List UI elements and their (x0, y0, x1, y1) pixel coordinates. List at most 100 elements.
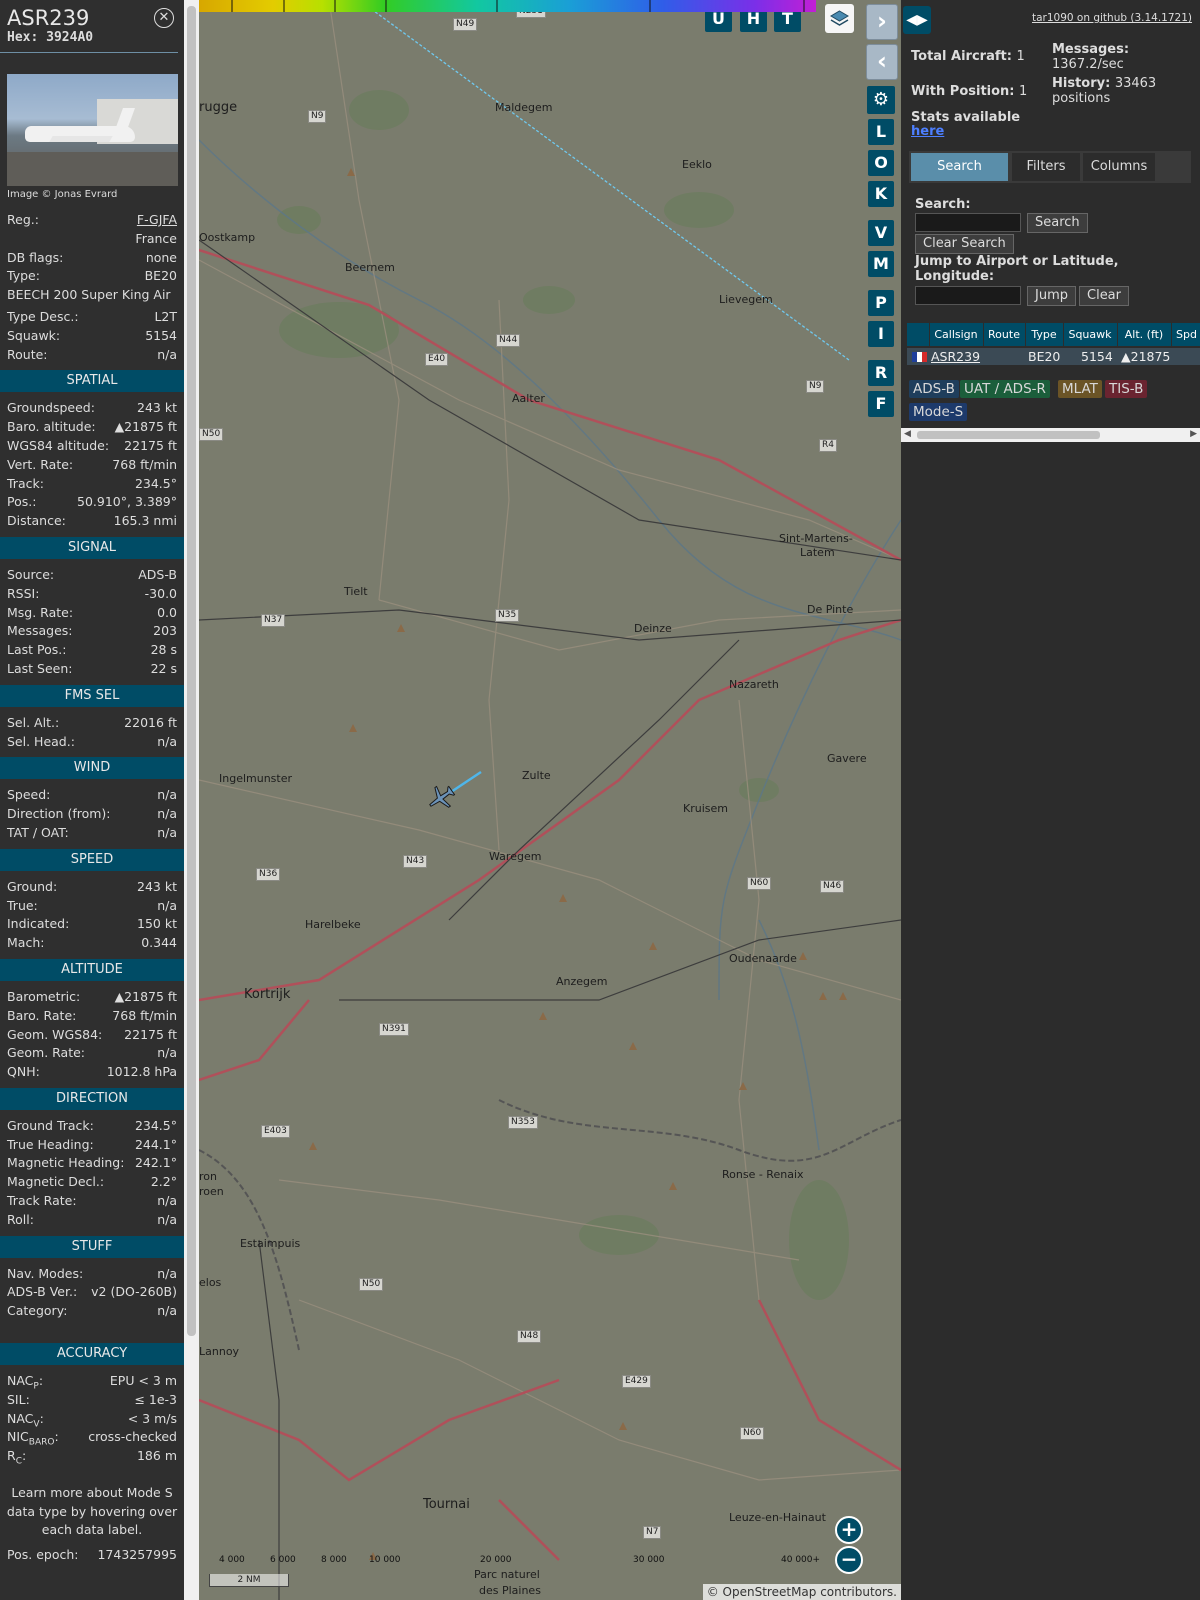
info-row[interactable]: Ground Track: 234.5° (0, 1117, 184, 1136)
map-label-roubaix: roen (199, 1185, 224, 1198)
scroll-left-icon[interactable]: ◀ (904, 429, 911, 439)
info-row[interactable]: Geom. WGS84: 22175 ft (0, 1026, 184, 1045)
toggle-button-m[interactable]: M (868, 251, 894, 277)
zoom-in-button[interactable]: + (835, 1516, 863, 1544)
info-row[interactable]: Groundspeed: 243 kt (0, 399, 184, 418)
road-label: N35 (495, 609, 520, 622)
jump-button[interactable]: Jump (1027, 286, 1076, 306)
scroll-right-icon[interactable]: ▶ (1190, 429, 1197, 439)
github-link[interactable]: tar1090 on github (3.14.1721) (1032, 12, 1192, 24)
layers-button[interactable] (825, 4, 854, 33)
prev-button[interactable]: ‹ (866, 44, 898, 80)
table-scroll-thumb[interactable] (917, 431, 1100, 439)
info-row-value: n/a (157, 1303, 177, 1319)
info-row[interactable]: RSSI: -30.0 (0, 585, 184, 604)
info-row[interactable]: WGS84 altitude: 22175 ft (0, 437, 184, 456)
info-row[interactable]: Baro. altitude: ▲21875 ft (0, 418, 184, 437)
settings-button[interactable]: ⚙ (867, 86, 895, 114)
info-row[interactable]: Geom. Rate: n/a (0, 1044, 184, 1063)
next-button[interactable]: › (866, 4, 898, 40)
map-label-anzegem: Anzegem (556, 975, 608, 988)
registration-link[interactable]: F-GJFA (137, 211, 177, 230)
map-view[interactable]: rugge Maldegem Eeklo Oostkamp Beernem Lievege… (199, 0, 901, 1600)
th-flag[interactable] (907, 323, 928, 346)
th-speed[interactable]: Spd (1171, 323, 1200, 346)
info-row[interactable]: Barometric: ▲21875 ft (0, 988, 184, 1007)
toggle-button-r[interactable]: R (868, 360, 894, 386)
info-row[interactable]: Category: n/a (0, 1302, 184, 1321)
nacv-row[interactable]: NACV: < 3 m/s (0, 1410, 184, 1430)
jump-clear-button[interactable]: Clear (1079, 286, 1129, 306)
info-row[interactable]: QNH: 1012.8 hPa (0, 1063, 184, 1082)
toggle-button-p[interactable]: P (868, 290, 894, 316)
toggle-button-i[interactable]: I (868, 321, 894, 347)
th-callsign[interactable]: Callsign (929, 323, 982, 346)
info-row[interactable]: Last Seen: 22 s (0, 660, 184, 679)
toggle-button-l[interactable]: L (868, 119, 894, 145)
tab-search[interactable]: Search (911, 153, 1008, 181)
close-icon[interactable]: ✕ (154, 8, 174, 28)
expand-sidebar-button[interactable]: ◀▶ (903, 6, 931, 34)
search-input[interactable] (915, 213, 1021, 232)
history-unit: positions (1052, 91, 1111, 106)
info-row[interactable]: Last Pos.: 28 s (0, 641, 184, 660)
info-row[interactable]: Vert. Rate: 768 ft/min (0, 456, 184, 475)
aircraft-photo[interactable] (7, 74, 178, 186)
info-row[interactable]: Track: 234.5° (0, 475, 184, 494)
search-button[interactable]: Search (1027, 213, 1088, 233)
legend-modes: Mode-S (909, 403, 968, 421)
info-row[interactable]: Mach: 0.344 (0, 934, 184, 953)
info-row[interactable]: Pos.: 50.910°, 3.389° (0, 493, 184, 512)
table-horizontal-scrollbar[interactable]: ◀ ▶ (901, 428, 1200, 442)
sil-row[interactable]: SIL: ≤ 1e-3 (0, 1391, 184, 1410)
info-row[interactable]: Ground: 243 kt (0, 878, 184, 897)
tab-filters[interactable]: Filters (1012, 153, 1080, 181)
toggle-button-o[interactable]: O (868, 150, 894, 176)
info-row-value: 22 s (150, 660, 177, 676)
table-row[interactable]: ASR239 BE20 5154 ▲21875 (907, 348, 1200, 365)
info-row[interactable]: Magnetic Decl.: 2.2° (0, 1173, 184, 1192)
th-type[interactable]: Type (1025, 323, 1062, 346)
info-row[interactable]: TAT / OAT: n/a (0, 824, 184, 843)
map-label-harelbeke: Harelbeke (305, 918, 361, 931)
info-row-value: n/a (157, 824, 177, 840)
map-attribution[interactable]: © OpenStreetMap contributors. (702, 1584, 901, 1600)
toggle-button-k[interactable]: K (868, 181, 894, 207)
info-row[interactable]: Msg. Rate: 0.0 (0, 604, 184, 623)
info-row[interactable]: Source: ADS-B (0, 566, 184, 585)
info-row[interactable]: Track Rate: n/a (0, 1192, 184, 1211)
row-callsign[interactable]: ASR239 (931, 348, 980, 365)
zoom-out-button[interactable]: − (835, 1546, 863, 1574)
info-row[interactable]: Nav. Modes: n/a (0, 1265, 184, 1284)
rc-row[interactable]: RC: 186 m (0, 1447, 184, 1467)
stats-link[interactable]: here (911, 124, 944, 139)
aircraft-marker-icon[interactable] (426, 783, 456, 813)
info-row[interactable]: True Heading: 244.1° (0, 1136, 184, 1155)
tab-columns[interactable]: Columns (1083, 153, 1155, 181)
jump-input[interactable] (915, 286, 1021, 305)
info-row[interactable]: Baro. Rate: 768 ft/min (0, 1007, 184, 1026)
info-row[interactable]: Direction (from): n/a (0, 805, 184, 824)
alt-tick: 40 000+ (781, 1555, 821, 1565)
th-squawk[interactable]: Squawk (1063, 323, 1116, 346)
info-row[interactable]: Sel. Head.: n/a (0, 733, 184, 752)
info-row[interactable]: Speed: n/a (0, 786, 184, 805)
th-route[interactable]: Route (983, 323, 1024, 346)
info-row[interactable]: True: n/a (0, 897, 184, 916)
nacp-row[interactable]: NACP: EPU < 3 m (0, 1372, 184, 1392)
info-row[interactable]: ADS-B Ver.: v2 (DO-260B) (0, 1283, 184, 1302)
info-row[interactable]: Roll: n/a (0, 1211, 184, 1230)
info-row[interactable]: Magnetic Heading: 242.1° (0, 1154, 184, 1173)
info-row[interactable]: Indicated: 150 kt (0, 915, 184, 934)
nicbaro-row[interactable]: NICBARO: cross-checked (0, 1428, 184, 1448)
info-row-value: 22016 ft (124, 714, 177, 730)
toggle-button-f[interactable]: F (868, 391, 894, 417)
info-panel-scrollbar[interactable] (184, 0, 199, 1600)
info-row[interactable]: Messages: 203 (0, 622, 184, 641)
th-altitude[interactable]: Alt. (ft) (1117, 323, 1170, 346)
clear-search-button[interactable]: Clear Search (915, 234, 1014, 254)
info-row[interactable]: Sel. Alt.: 22016 ft (0, 714, 184, 733)
info-panel-scroll-thumb[interactable] (187, 6, 196, 1336)
info-row[interactable]: Distance: 165.3 nmi (0, 512, 184, 531)
toggle-button-v[interactable]: V (868, 220, 894, 246)
